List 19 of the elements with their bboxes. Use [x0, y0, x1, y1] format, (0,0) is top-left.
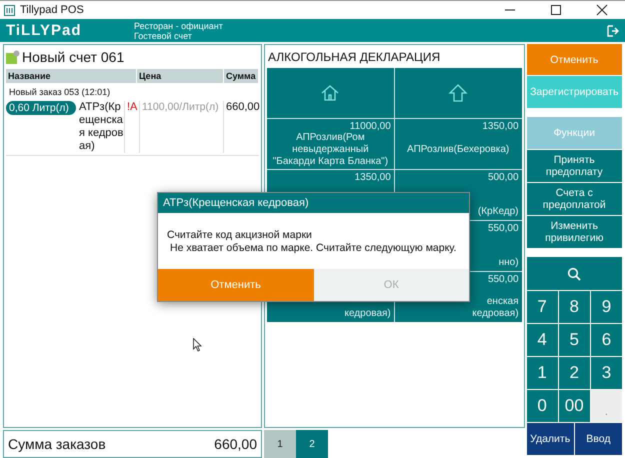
item-sum: 660,00 [223, 101, 260, 153]
bill-title: Новый счет 061 [22, 49, 124, 65]
total-label: Сумма заказов [8, 436, 106, 452]
logo: TiLLYPad [6, 22, 83, 39]
column-header: Название [6, 69, 137, 83]
dialog-message: Не хватает объема по марке. Считайте следующую марку. [169, 242, 458, 255]
panel-title: АЛКОГОЛЬНАЯ ДЕКЛАРАЦИЯ [267, 49, 442, 66]
header-text: Гостевой счет [134, 30, 192, 40]
item-price: 1100,00/Литр(л) [139, 101, 223, 153]
column-header: Цена [137, 69, 224, 83]
order-label: Новый заказ 053 (12:01) [8, 86, 112, 99]
dialog-message: Считайте код акцизной марки [166, 229, 313, 242]
dialog-title: АТРз(Крещенская кедровая) [158, 193, 469, 213]
header-text: Ресторан - официант [134, 20, 223, 30]
column-header: Сумма [224, 69, 259, 83]
item-name: АТРз(Крещенская кедровая) [78, 101, 124, 153]
total-value: 660,00 [214, 436, 257, 452]
window-title: Tillypad POS [20, 4, 84, 16]
item-flag: !A [124, 101, 139, 153]
